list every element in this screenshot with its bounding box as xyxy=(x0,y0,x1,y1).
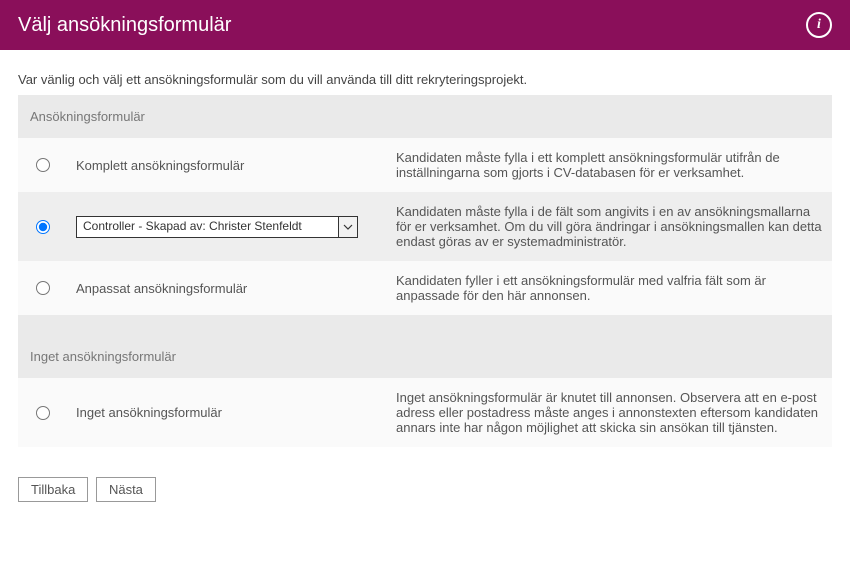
section-heading-none: Inget ansökningsformulär xyxy=(18,335,832,378)
row-no-form: Inget ansökningsformulär Inget ansökning… xyxy=(18,378,832,447)
intro-text: Var vänlig och välj ett ansökningsformul… xyxy=(0,50,850,95)
row-template-form: Controller - Skapad av: Christer Stenfel… xyxy=(18,192,832,261)
form-options-table: Ansökningsformulär Komplett ansökningsfo… xyxy=(18,95,832,447)
info-icon[interactable]: i xyxy=(806,12,832,38)
chevron-down-icon xyxy=(338,217,357,237)
desc-no-form: Inget ansökningsformulär är knutet till … xyxy=(386,378,832,447)
radio-template-form[interactable] xyxy=(36,220,50,234)
template-select[interactable]: Controller - Skapad av: Christer Stenfel… xyxy=(76,216,358,238)
dialog-title: Välj ansökningsformulär xyxy=(18,14,231,37)
desc-template-form: Kandidaten måste fylla i de fält som ang… xyxy=(386,192,832,261)
row-custom-form: Anpassat ansökningsformulär Kandidaten f… xyxy=(18,261,832,315)
radio-no-form[interactable] xyxy=(36,406,50,420)
button-row: Tillbaka Nästa xyxy=(0,447,850,520)
section-application-forms: Ansökningsformulär xyxy=(18,95,832,138)
back-button[interactable]: Tillbaka xyxy=(18,477,88,502)
row-complete-form: Komplett ansökningsformulär Kandidaten m… xyxy=(18,138,832,192)
radio-custom-form[interactable] xyxy=(36,281,50,295)
label-complete-form: Komplett ansökningsformulär xyxy=(66,138,386,192)
section-spacer xyxy=(18,315,832,335)
desc-complete-form: Kandidaten måste fylla i ett komplett an… xyxy=(386,138,832,192)
dialog-header: Välj ansökningsformulär i xyxy=(0,0,850,50)
radio-complete-form[interactable] xyxy=(36,158,50,172)
desc-custom-form: Kandidaten fyller i ett ansökningsformul… xyxy=(386,261,832,315)
label-no-form: Inget ansökningsformulär xyxy=(66,378,386,447)
template-select-value: Controller - Skapad av: Christer Stenfel… xyxy=(77,217,338,237)
section-no-form: Inget ansökningsformulär xyxy=(18,335,832,378)
next-button[interactable]: Nästa xyxy=(96,477,156,502)
label-custom-form: Anpassat ansökningsformulär xyxy=(66,261,386,315)
section-heading: Ansökningsformulär xyxy=(18,95,832,138)
